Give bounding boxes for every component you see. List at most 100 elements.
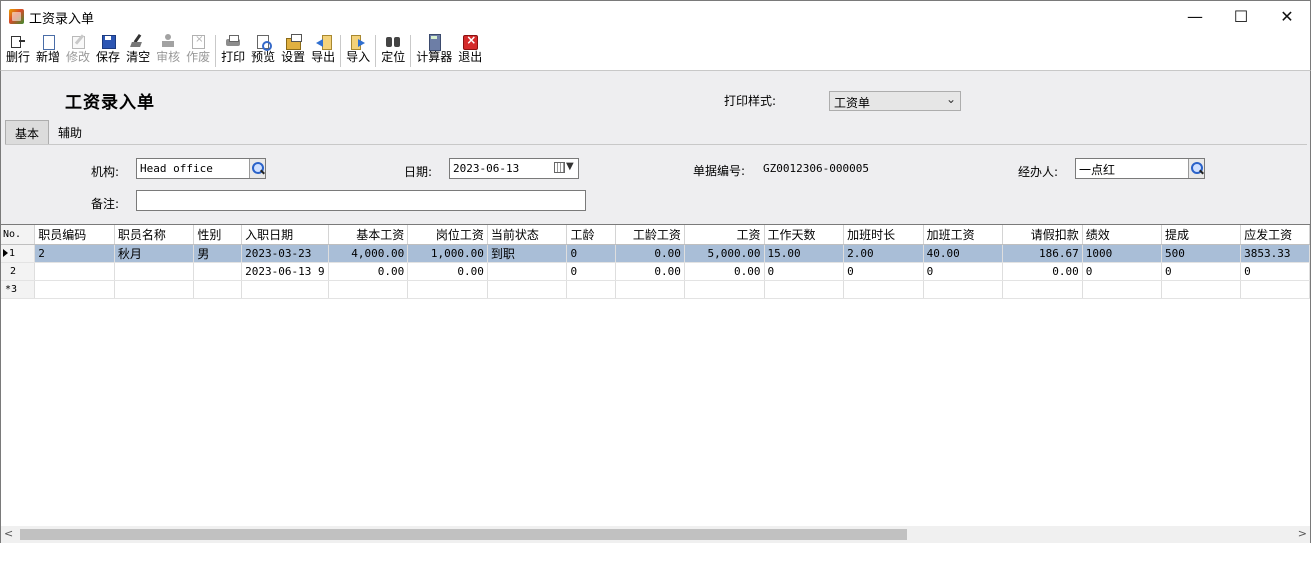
cell-overtime-hours[interactable] — [843, 280, 924, 299]
col-header-gender[interactable]: 性别 — [193, 225, 243, 245]
cell-leave-deduction[interactable]: 0.00 — [1002, 262, 1083, 281]
tab-auxiliary[interactable]: 辅助 — [49, 120, 91, 145]
cell-salary[interactable]: 0.00 — [684, 262, 765, 281]
export-button[interactable]: 导出 — [308, 31, 338, 69]
cell-gross-pay[interactable]: 0 — [1240, 262, 1310, 281]
delete-row-button[interactable]: 删行 — [3, 31, 33, 69]
cell-performance[interactable]: 1000 — [1082, 244, 1162, 263]
cell-overtime-pay[interactable] — [923, 280, 1004, 299]
cell-work-days[interactable]: 15.00 — [764, 244, 845, 263]
table-row[interactable]: 2 2023-06-13 9 0.00 0.00 0 0.00 0.00 0 0… — [1, 262, 1310, 281]
cell-emp-code[interactable] — [34, 280, 115, 299]
row-number[interactable]: *3 — [1, 280, 36, 299]
cell-commission[interactable]: 0 — [1161, 262, 1242, 281]
handler-lookup-search-icon[interactable] — [1188, 159, 1204, 178]
cell-seniority[interactable]: 0 — [566, 244, 617, 263]
cell-seniority-pay[interactable]: 0.00 — [615, 262, 685, 281]
cell-gross-pay[interactable] — [1240, 280, 1310, 299]
cell-salary[interactable] — [684, 280, 765, 299]
cell-hire-date[interactable]: 2023-06-13 9 — [241, 262, 329, 281]
cell-leave-deduction[interactable]: 186.67 — [1002, 244, 1083, 263]
cell-overtime-hours[interactable]: 0 — [843, 262, 924, 281]
save-button[interactable]: 保存 — [93, 31, 123, 69]
cell-base-salary[interactable]: 4,000.00 — [328, 244, 409, 263]
col-header-commission[interactable]: 提成 — [1161, 225, 1242, 245]
scroll-right-icon[interactable]: > — [1298, 527, 1307, 540]
col-header-no[interactable]: No. — [1, 225, 36, 245]
col-header-base-salary[interactable]: 基本工资 — [328, 225, 409, 245]
print-button[interactable]: 打印 — [218, 31, 248, 69]
locate-button[interactable]: 定位 — [378, 31, 408, 69]
cell-commission[interactable] — [1161, 280, 1242, 299]
scroll-left-icon[interactable]: < — [4, 527, 13, 540]
cell-emp-name[interactable] — [114, 280, 195, 299]
cell-overtime-pay[interactable]: 0 — [923, 262, 1004, 281]
cell-hire-date[interactable]: 2023-03-23 — [241, 244, 329, 263]
close-button[interactable]: ✕ — [1264, 1, 1310, 31]
cell-post-salary[interactable] — [407, 280, 488, 299]
exit-button[interactable]: 退出 — [455, 31, 485, 69]
col-header-overtime-pay[interactable]: 加班工资 — [923, 225, 1004, 245]
cell-status[interactable] — [487, 280, 568, 299]
tab-basic[interactable]: 基本 — [5, 120, 50, 145]
cell-hire-date[interactable] — [241, 280, 329, 299]
col-header-leave-deduction[interactable]: 请假扣款 — [1002, 225, 1083, 245]
cell-emp-name[interactable] — [114, 262, 195, 281]
preview-button[interactable]: 预览 — [248, 31, 278, 69]
salary-grid[interactable]: No. 职员编码 职员名称 性别 入职日期 基本工资 岗位工资 当前状态 工龄 … — [0, 224, 1311, 526]
cell-overtime-hours[interactable]: 2.00 — [843, 244, 924, 263]
date-picker-button[interactable]: ▼ — [554, 161, 576, 176]
cell-gross-pay[interactable]: 3853.33 — [1240, 244, 1310, 263]
col-header-gross-pay[interactable]: 应发工资 — [1240, 225, 1310, 245]
cell-gender[interactable]: 男 — [193, 244, 243, 263]
cell-emp-code[interactable]: 2 — [34, 244, 115, 263]
calculator-button[interactable]: 计算器 — [413, 31, 455, 69]
table-row-new[interactable]: *3 — [1, 280, 1310, 299]
cell-salary[interactable]: 5,000.00 — [684, 244, 765, 263]
maximize-button[interactable]: ☐ — [1218, 1, 1264, 31]
handler-field[interactable]: 一点红 — [1075, 158, 1205, 179]
date-field[interactable]: 2023-06-13 ▼ — [449, 158, 579, 179]
col-header-emp-name[interactable]: 职员名称 — [114, 225, 195, 245]
settings-button[interactable]: 设置 — [278, 31, 308, 69]
cell-status[interactable] — [487, 262, 568, 281]
cell-emp-code[interactable] — [34, 262, 115, 281]
cell-overtime-pay[interactable]: 40.00 — [923, 244, 1004, 263]
cell-gender[interactable] — [193, 280, 243, 299]
horizontal-scrollbar[interactable]: < > — [0, 526, 1311, 543]
cell-status[interactable]: 到职 — [487, 244, 568, 263]
cell-seniority-pay[interactable]: 0.00 — [615, 244, 685, 263]
minimize-button[interactable]: — — [1172, 1, 1218, 31]
col-header-post-salary[interactable]: 岗位工资 — [407, 225, 488, 245]
col-header-work-days[interactable]: 工作天数 — [764, 225, 845, 245]
cell-performance[interactable] — [1082, 280, 1162, 299]
remark-field[interactable] — [136, 190, 586, 211]
cell-base-salary[interactable]: 0.00 — [328, 262, 409, 281]
cell-performance[interactable]: 0 — [1082, 262, 1162, 281]
cell-post-salary[interactable]: 1,000.00 — [407, 244, 488, 263]
scrollbar-thumb[interactable] — [20, 529, 907, 540]
clear-button[interactable]: 清空 — [123, 31, 153, 69]
row-number[interactable]: 1 — [1, 244, 36, 263]
new-button[interactable]: 新增 — [33, 31, 63, 69]
col-header-hire-date[interactable]: 入职日期 — [241, 225, 329, 245]
print-style-select[interactable]: 工资单 ⌄ — [829, 91, 961, 111]
cell-base-salary[interactable] — [328, 280, 409, 299]
col-header-seniority[interactable]: 工龄 — [566, 225, 617, 245]
cell-work-days[interactable] — [764, 280, 845, 299]
col-header-performance[interactable]: 绩效 — [1082, 225, 1162, 245]
cell-emp-name[interactable]: 秋月 — [114, 244, 195, 263]
cell-seniority-pay[interactable] — [615, 280, 685, 299]
row-number[interactable]: 2 — [1, 262, 36, 281]
col-header-salary[interactable]: 工资 — [684, 225, 765, 245]
cell-commission[interactable]: 500 — [1161, 244, 1242, 263]
col-header-emp-code[interactable]: 职员编码 — [34, 225, 115, 245]
cell-seniority[interactable]: 0 — [566, 262, 617, 281]
cell-post-salary[interactable]: 0.00 — [407, 262, 488, 281]
col-header-overtime-hours[interactable]: 加班时长 — [843, 225, 924, 245]
col-header-status[interactable]: 当前状态 — [487, 225, 568, 245]
cell-leave-deduction[interactable] — [1002, 280, 1083, 299]
import-button[interactable]: 导入 — [343, 31, 373, 69]
cell-seniority[interactable] — [566, 280, 617, 299]
org-field[interactable]: Head office — [136, 158, 266, 179]
